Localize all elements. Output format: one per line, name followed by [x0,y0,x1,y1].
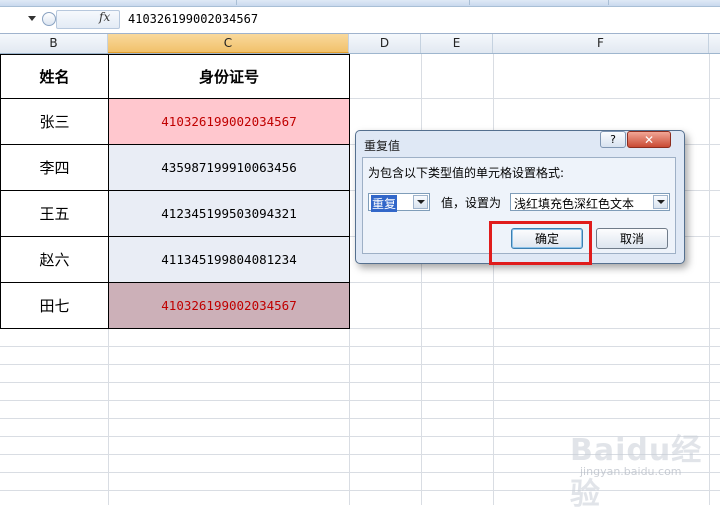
chevron-down-icon[interactable] [653,195,668,209]
name-cell[interactable]: 王五 [0,190,109,237]
header-cell-id[interactable]: 身份证号 [108,54,350,99]
chevron-down-icon[interactable] [413,195,428,209]
watermark-url: jingyan.baidu.com [580,465,682,478]
insert-function-icon[interactable]: fx [99,10,110,24]
value-type-selected: 重复 [371,195,398,212]
id-cell[interactable]: 435987199910063456 [108,144,350,191]
header-cell-name[interactable]: 姓名 [0,54,109,99]
ribbon-segment [470,0,609,5]
ribbon-segment [237,0,470,5]
column-header-d[interactable]: D [349,34,421,53]
name-cell[interactable]: 赵六 [0,236,109,283]
formula-tools [56,10,120,29]
name-cell[interactable]: 田七 [0,282,109,329]
column-header-b[interactable]: B [0,34,108,53]
value-type-select[interactable]: 重复 [368,193,430,212]
id-cell[interactable]: 412345199503094321 [108,190,350,237]
ribbon-segment [0,0,237,5]
id-cell-duplicate[interactable]: 410326199002034567 [108,98,350,145]
formula-bar-toggle-icon[interactable] [42,12,56,26]
highlight-annotation [489,221,592,265]
cancel-button[interactable]: 取消 [596,228,668,249]
column-headers: B C D E F [0,34,720,54]
column-header-f[interactable]: F [493,34,709,53]
column-header-e[interactable]: E [421,34,493,53]
dialog-instruction: 为包含以下类型值的单元格设置格式: [368,166,565,180]
id-cell-duplicate[interactable]: 410326199002034567 [108,282,350,329]
formula-input[interactable]: 410326199002034567 [128,12,258,26]
id-cell[interactable]: 411345199804081234 [108,236,350,283]
name-cell[interactable]: 李四 [0,144,109,191]
close-button[interactable]: ✕ [627,131,671,148]
name-box-dropdown-icon[interactable] [28,16,36,21]
help-button[interactable]: ? [600,131,626,148]
column-header-c[interactable]: C [108,34,349,53]
name-cell[interactable]: 张三 [0,98,109,145]
dialog-title: 重复值 [364,139,401,153]
format-select[interactable]: 浅红填充色深红色文本 [510,193,670,211]
ribbon-strip [0,0,720,7]
value-label: 值，设置为 [441,196,502,210]
formula-bar: fx 410326199002034567 [0,7,720,34]
format-selected: 浅红填充色深红色文本 [514,197,635,211]
